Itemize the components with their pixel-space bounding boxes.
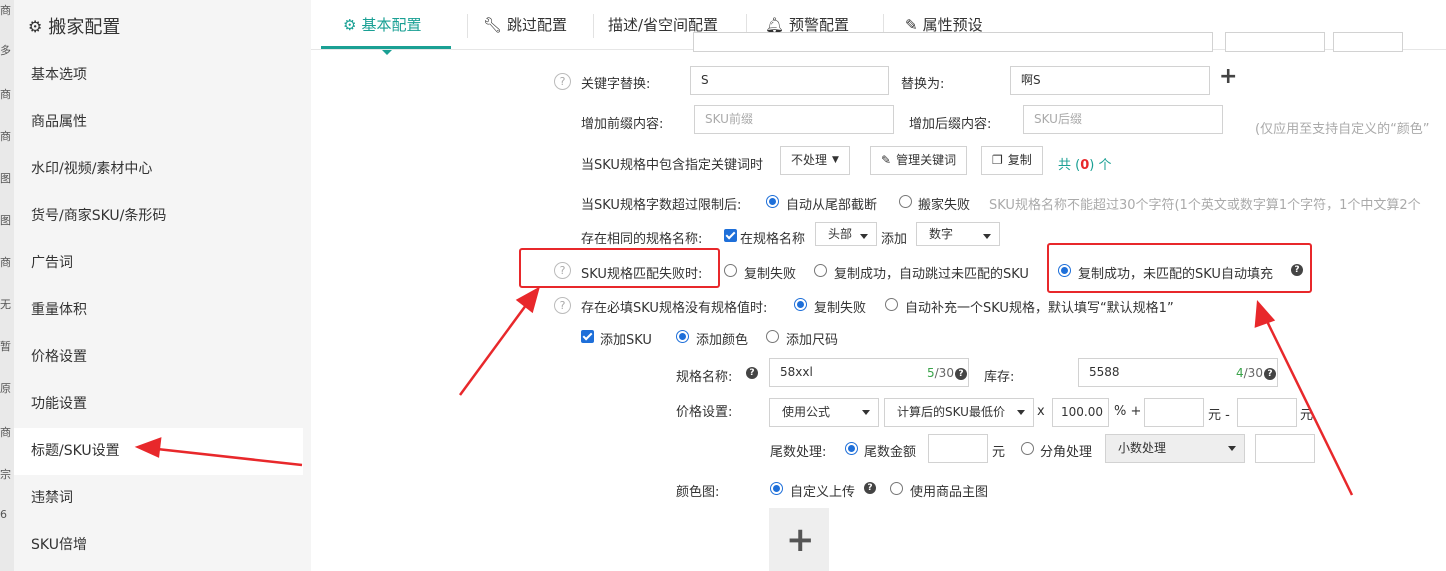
arrow-to-match-fail-label — [458, 296, 534, 396]
arrow-to-sidebar-item — [147, 446, 303, 467]
arrow-to-autofill-option — [1261, 312, 1354, 496]
arrow-head — [515, 286, 540, 314]
arrow-head — [1254, 299, 1276, 328]
annotation-arrows — [134, 286, 1354, 496]
arrow-head — [134, 437, 162, 458]
